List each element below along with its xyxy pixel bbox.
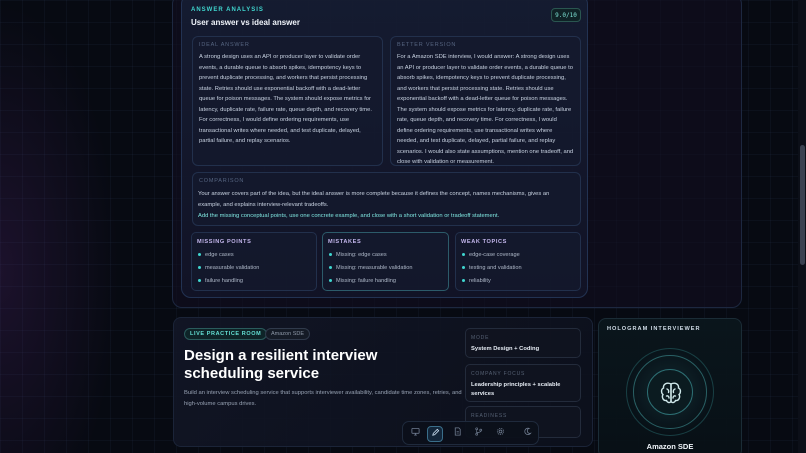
comparison-text: Your answer covers part of the idea, but… (198, 191, 550, 208)
practice-description: Build an interview scheduling service th… (184, 390, 462, 407)
missing-points-card: MISSING POINTS edge cases measurable val… (191, 232, 317, 291)
analysis-title: User answer vs ideal answer (191, 18, 300, 27)
live-practice-tag: LIVE PRACTICE ROOM (184, 328, 268, 340)
bullet-icon (462, 253, 465, 257)
bullet-icon (198, 279, 201, 283)
pen-icon[interactable] (427, 426, 443, 442)
bullet-icon (329, 253, 332, 257)
analysis-kicker: ANSWER ANALYSIS (191, 7, 264, 13)
bullet-icon (462, 279, 465, 283)
list-item: failure handling (198, 278, 243, 284)
list-item: edge cases (198, 252, 234, 258)
list-item: Missing: edge cases (329, 252, 387, 258)
ideal-answer-panel: IDEAL ANSWER A strong design uses an API… (192, 36, 383, 166)
weak-topics-title: WEAK TOPICS (461, 239, 507, 245)
company-focus-label: COMPANY FOCUS (471, 371, 526, 377)
better-version-text: For a Amazon SDE interview, I would answ… (397, 54, 574, 165)
mistakes-card: MISTAKES Missing: edge cases Missing: me… (322, 232, 449, 291)
list-item: testing and validation (462, 265, 522, 271)
scrollbar[interactable] (798, 0, 806, 453)
mode-label: MODE (471, 335, 490, 341)
ideal-answer-text: A strong design uses an API or producer … (199, 54, 372, 144)
monitor-icon[interactable] (407, 426, 423, 442)
hologram-title: HOLOGRAM INTERVIEWER (607, 326, 701, 332)
comparison-tip: Add the missing conceptual points, use o… (198, 213, 500, 219)
comparison-panel: COMPARISON Your answer covers part of th… (192, 172, 581, 226)
list-item: reliability (462, 278, 491, 284)
document-icon[interactable] (449, 426, 465, 442)
score-badge: 9.0/10 (551, 8, 581, 22)
company-focus-box: COMPANY FOCUS Leadership principles + sc… (465, 364, 581, 402)
readiness-label: READINESS (471, 413, 508, 419)
missing-points-title: MISSING POINTS (197, 239, 252, 245)
bullet-icon (329, 266, 332, 270)
list-item: edge-case coverage (462, 252, 520, 258)
brain-icon (647, 369, 693, 415)
list-item: measurable validation (198, 265, 259, 271)
moon-icon[interactable] (519, 426, 535, 442)
mode-value: System Design + Coding (471, 346, 540, 352)
better-version-label: BETTER VERSION (397, 42, 457, 48)
mistakes-title: MISTAKES (328, 239, 362, 245)
comparison-label: COMPARISON (199, 178, 245, 184)
background-glow (0, 0, 120, 453)
bullet-icon (198, 253, 201, 257)
gear-icon[interactable] (492, 426, 508, 442)
bullet-icon (198, 266, 201, 270)
better-version-panel: BETTER VERSION For a Amazon SDE intervie… (390, 36, 581, 166)
mode-box: MODE System Design + Coding (465, 328, 581, 358)
hologram-name: Amazon SDE (646, 442, 694, 451)
bottom-dock (402, 421, 539, 445)
branch-icon[interactable] (470, 426, 486, 442)
bullet-icon (462, 266, 465, 270)
list-item: Missing: failure handling (329, 278, 396, 284)
bullet-icon (329, 279, 332, 283)
scrollbar-thumb[interactable] (800, 145, 805, 265)
ideal-answer-label: IDEAL ANSWER (199, 42, 250, 48)
company-focus-value: Leadership principles + scalable service… (471, 382, 561, 397)
list-item: Missing: measurable validation (329, 265, 413, 271)
weak-topics-card: WEAK TOPICS edge-case coverage testing a… (455, 232, 581, 291)
practice-headline: Design a resilient interview scheduling … (184, 347, 378, 382)
company-tag[interactable]: Amazon SDE (265, 328, 311, 340)
